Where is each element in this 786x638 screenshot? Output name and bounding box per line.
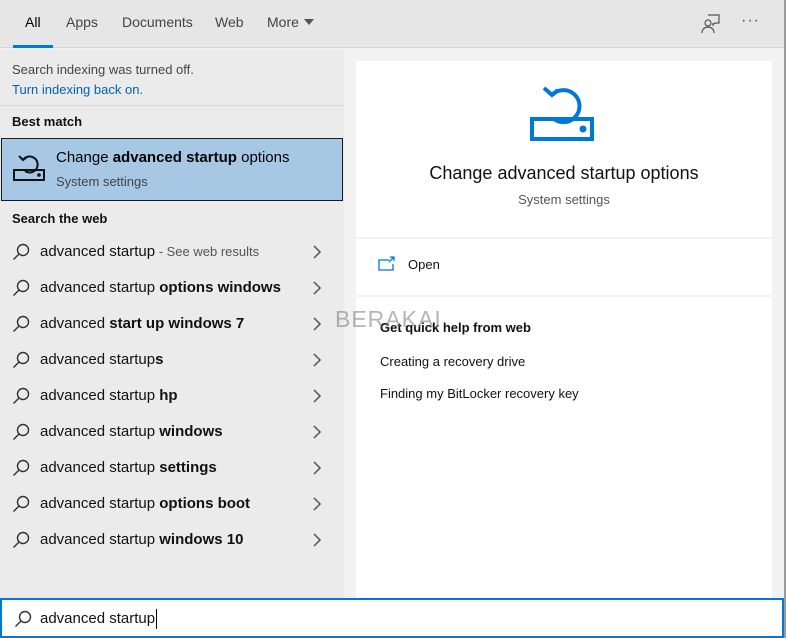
recovery-drive-icon — [12, 151, 46, 185]
preview-subtitle: System settings — [518, 192, 610, 207]
web-suggestion-item[interactable]: advanced startup - See web results — [0, 234, 344, 270]
search-scope-tabs: All Apps Documents Web More ··· — [0, 0, 786, 48]
tab-web[interactable]: Web — [215, 0, 244, 48]
web-suggestion-item[interactable]: advanced startup settings — [0, 450, 344, 486]
best-match-title-bold: advanced startup — [112, 149, 237, 166]
suggestion-normal-text: advanced startup — [40, 351, 156, 368]
chevron-right-icon[interactable] — [312, 424, 322, 440]
best-match-item[interactable]: Change advanced startup options System s… — [1, 138, 343, 201]
chevron-right-icon[interactable] — [312, 388, 322, 404]
web-suggestion-label: advanced startup hp — [40, 387, 178, 404]
chevron-right-icon[interactable] — [312, 352, 322, 368]
tab-all[interactable]: All — [13, 0, 52, 48]
suggestion-bold-text: options windows — [159, 279, 281, 296]
suggestion-hint: - See web results — [155, 244, 260, 259]
search-input[interactable] — [40, 606, 740, 630]
divider — [356, 295, 772, 297]
tab-documents[interactable]: Documents — [122, 0, 193, 48]
web-suggestion-item[interactable]: advanced startup hp — [0, 378, 344, 414]
indexing-notice-text: Search indexing was turned off. — [12, 62, 194, 77]
suggestion-bold-text: settings — [159, 459, 217, 476]
search-icon — [12, 315, 30, 333]
web-suggestion-item[interactable]: advanced start up windows 7 — [0, 306, 344, 342]
preview-title: Change advanced startup options — [429, 163, 699, 183]
web-suggestion-label: advanced startup windows 10 — [40, 531, 243, 548]
search-box[interactable] — [0, 598, 784, 638]
search-icon — [12, 279, 30, 297]
chevron-right-icon[interactable] — [312, 316, 322, 332]
recovery-drive-large-icon — [530, 85, 598, 143]
preview-pane: Change advanced startup options System s… — [356, 61, 772, 598]
web-suggestion-label: advanced startup windows — [40, 423, 223, 440]
search-icon — [12, 459, 30, 477]
divider — [356, 237, 772, 239]
web-suggestion-label: advanced startup - See web results — [40, 243, 259, 260]
suggestion-bold-text: windows 10 — [159, 531, 244, 548]
text-caret — [156, 609, 157, 629]
web-suggestion-label: advanced startups — [40, 351, 163, 368]
suggestion-normal-text: advanced — [40, 315, 110, 332]
best-match-subtitle: System settings — [56, 174, 148, 189]
chevron-right-icon[interactable] — [312, 532, 322, 548]
suggestion-normal-text: advanced startup — [40, 459, 160, 476]
best-match-label: Best match — [12, 114, 83, 129]
suggestion-normal-text: advanced startup — [40, 243, 156, 260]
web-suggestion-item[interactable]: advanced startup windows 10 — [0, 522, 344, 558]
indexing-notice: Search indexing was turned off. Turn ind… — [12, 60, 194, 100]
search-icon — [12, 531, 30, 549]
suggestion-normal-text: advanced startup — [40, 387, 160, 404]
ellipsis-icon[interactable]: ··· — [741, 12, 765, 36]
quick-help-title: Get quick help from web — [380, 320, 531, 335]
suggestion-bold-text: options boot — [159, 495, 251, 512]
web-suggestion-item[interactable]: advanced startups — [0, 342, 344, 378]
chevron-right-icon[interactable] — [312, 280, 322, 296]
best-match-title-suffix: options — [236, 149, 290, 166]
suggestion-bold-text: start up windows 7 — [109, 315, 245, 332]
web-suggestion-label: advanced startup settings — [40, 459, 217, 476]
web-suggestion-label: advanced start up windows 7 — [40, 315, 244, 332]
suggestion-normal-text: advanced startup — [40, 279, 160, 296]
chevron-right-icon[interactable] — [312, 460, 322, 476]
search-icon — [12, 423, 30, 441]
chevron-right-icon[interactable] — [312, 244, 322, 260]
search-icon — [12, 387, 30, 405]
tab-apps[interactable]: Apps — [66, 0, 98, 48]
chevron-right-icon[interactable] — [312, 496, 322, 512]
help-link-bitlocker-key[interactable]: Finding my BitLocker recovery key — [380, 386, 579, 401]
suggestion-bold-text: windows — [159, 423, 223, 440]
suggestion-normal-text: advanced startup — [40, 423, 160, 440]
web-suggestion-item[interactable]: advanced startup options windows — [0, 270, 344, 306]
feedback-person-icon[interactable] — [699, 12, 723, 36]
open-external-icon — [378, 256, 396, 272]
best-match-title: Change advanced startup options — [56, 149, 289, 166]
search-icon — [12, 495, 30, 513]
help-link-recovery-drive[interactable]: Creating a recovery drive — [380, 354, 525, 369]
suggestion-normal-text: advanced startup — [40, 531, 160, 548]
search-icon — [14, 610, 32, 628]
suggestion-bold-text: hp — [159, 387, 178, 404]
open-label: Open — [408, 257, 440, 272]
suggestion-normal-text: advanced startup — [40, 495, 160, 512]
web-suggestion-item[interactable]: advanced startup windows — [0, 414, 344, 450]
preview-gutter — [772, 49, 784, 598]
web-suggestion-label: advanced startup options windows — [40, 279, 281, 296]
caret-down-icon — [303, 19, 314, 25]
search-icon — [12, 351, 30, 369]
results-pane: Search indexing was turned off. Turn ind… — [0, 49, 344, 598]
divider — [0, 105, 344, 106]
tab-more-label: More — [267, 14, 299, 30]
best-match-title-prefix: Change — [56, 149, 113, 166]
web-suggestion-label: advanced startup options boot — [40, 495, 250, 512]
search-web-label: Search the web — [12, 211, 108, 226]
web-suggestion-item[interactable]: advanced startup options boot — [0, 486, 344, 522]
search-icon — [12, 243, 30, 261]
tab-more[interactable]: More — [267, 0, 314, 48]
turn-indexing-on-link[interactable]: Turn indexing back on. — [12, 80, 194, 100]
suggestion-bold-text: s — [155, 351, 164, 368]
